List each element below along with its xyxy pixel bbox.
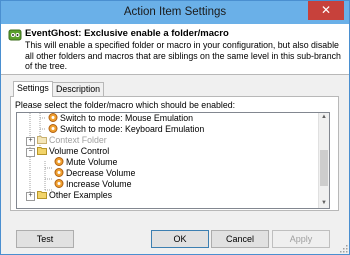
- expand-toggle[interactable]: +: [26, 192, 35, 201]
- plugin-title: EventGhost: Exclusive enable a folder/ma…: [25, 28, 229, 39]
- ok-button[interactable]: OK: [151, 230, 209, 248]
- tree-item[interactable]: Switch to mode: Mouse Emulation: [48, 113, 193, 124]
- header-divider: [1, 74, 349, 75]
- macro-icon: [48, 124, 58, 133]
- tree-item[interactable]: Switch to mode: Keyboard Emulation: [48, 124, 204, 135]
- folder-icon: [37, 191, 47, 199]
- expand-toggle[interactable]: +: [26, 137, 35, 146]
- folder-open-icon: [37, 147, 47, 155]
- plugin-header: EventGhost: Exclusive enable a folder/ma…: [1, 24, 349, 74]
- select-prompt: Please select the folder/macro which sho…: [15, 100, 236, 110]
- folder-icon: [37, 136, 47, 144]
- tree-item[interactable]: Context Folder: [37, 135, 107, 146]
- test-button[interactable]: Test: [16, 230, 74, 248]
- settings-panel: Please select the folder/macro which sho…: [10, 96, 339, 211]
- apply-button[interactable]: Apply: [272, 230, 330, 248]
- macro-icon: [54, 179, 64, 188]
- collapse-toggle[interactable]: −: [26, 148, 35, 157]
- macro-icon: [48, 113, 58, 122]
- plugin-description: This will enable a specified folder or m…: [25, 40, 341, 71]
- scroll-up-icon[interactable]: ▲: [319, 113, 329, 122]
- tree-item[interactable]: Mute Volume: [54, 157, 117, 168]
- tree-item[interactable]: Decrease Volume: [54, 168, 135, 179]
- folder-macro-tree[interactable]: Switch to mode: Mouse Emulation Switch t…: [16, 112, 330, 209]
- resize-grip-icon[interactable]: [340, 245, 348, 253]
- scroll-down-icon[interactable]: ▼: [319, 199, 329, 208]
- tree-item[interactable]: Other Examples: [37, 190, 112, 201]
- scroll-thumb[interactable]: [320, 150, 328, 186]
- tab-settings[interactable]: Settings: [13, 81, 53, 97]
- tree-item[interactable]: Increase Volume: [54, 179, 132, 190]
- tab-description[interactable]: Description: [52, 82, 105, 96]
- macro-icon: [54, 157, 64, 166]
- eventghost-icon: [8, 29, 22, 41]
- tree-scrollbar[interactable]: ▲ ▼: [318, 113, 329, 208]
- action-item-settings-window: Action Item Settings ✕ EventGhost: Exclu…: [0, 0, 350, 255]
- cancel-button[interactable]: Cancel: [211, 230, 269, 248]
- close-button[interactable]: ✕: [308, 1, 344, 20]
- tree-item[interactable]: Volume Control: [37, 146, 109, 157]
- title-bar[interactable]: Action Item Settings ✕: [1, 1, 349, 24]
- macro-icon: [54, 168, 64, 177]
- window-title: Action Item Settings: [123, 6, 227, 18]
